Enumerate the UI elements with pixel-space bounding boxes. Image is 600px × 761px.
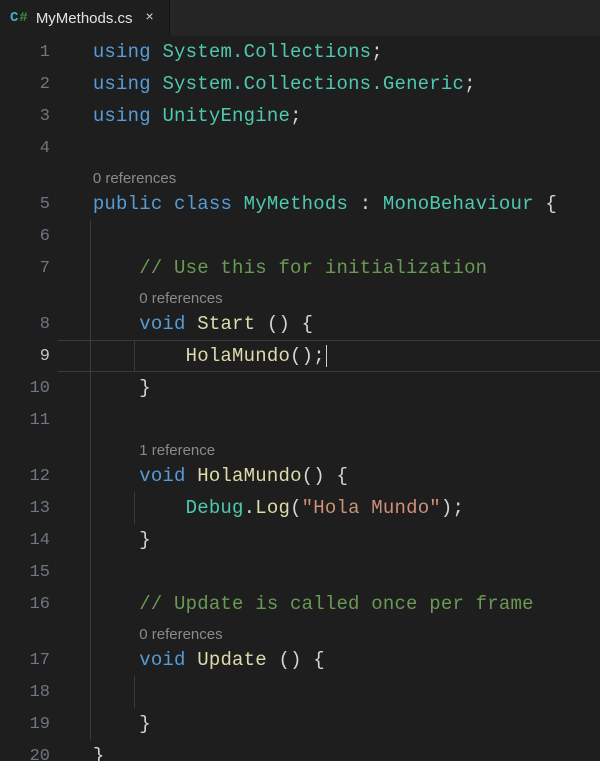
indent-guide [90,644,91,676]
tab-bar: C# MyMethods.cs × [0,0,600,36]
indent-guide [90,252,91,284]
line-number: 1 [0,44,50,61]
indent-guide [90,524,91,556]
indent-guide [90,620,91,644]
code-line[interactable]: 11 [58,404,600,436]
codelens[interactable]: 0 references [58,620,600,644]
line-number: 11 [0,412,50,429]
indent-guide [90,588,91,620]
indent-guide [90,556,91,588]
line-number: 17 [0,652,50,669]
line-number: 12 [0,468,50,485]
codelens[interactable]: 0 references [58,284,600,308]
indent-guide [134,340,135,372]
code-line[interactable]: 18 [58,676,600,708]
code-line[interactable]: 15 [58,556,600,588]
code-line[interactable]: 6 [58,220,600,252]
code-line[interactable]: 8 void Start () { [58,308,600,340]
code-line[interactable]: 16 // Update is called once per frame [58,588,600,620]
indent-guide [90,708,91,740]
line-number: 14 [0,532,50,549]
code-line[interactable]: 19 } [58,708,600,740]
indent-guide [90,460,91,492]
indent-guide [90,340,91,372]
text-cursor [326,345,327,367]
tab-filename: MyMethods.cs [36,10,133,27]
indent-guide [90,284,91,308]
file-tab[interactable]: C# MyMethods.cs × [0,0,170,36]
codelens[interactable]: 1 reference [58,436,600,460]
line-number: 9 [0,348,50,365]
line-number: 15 [0,564,50,581]
code-editor[interactable]: 1 using System.Collections; 2 using Syst… [0,36,600,761]
code-line[interactable]: 7 // Use this for initialization [58,252,600,284]
indent-guide [90,404,91,436]
indent-guide [90,220,91,252]
code-line[interactable]: 3 using UnityEngine; [58,100,600,132]
line-number: 10 [0,380,50,397]
indent-guide [134,676,135,708]
code-line[interactable]: 14 } [58,524,600,556]
line-number: 7 [0,260,50,277]
close-icon[interactable]: × [141,9,159,27]
code-line[interactable]: 9 HolaMundo(); [58,340,600,372]
line-number: 18 [0,684,50,701]
indent-guide [90,308,91,340]
line-number: 16 [0,596,50,613]
code-line[interactable]: 20 } [58,740,600,761]
indent-guide [134,492,135,524]
code-line[interactable]: 13 Debug.Log("Hola Mundo"); [58,492,600,524]
code-line[interactable]: 17 void Update () { [58,644,600,676]
indent-guide [90,436,91,460]
line-number: 6 [0,228,50,245]
code-line[interactable]: 4 [58,132,600,164]
line-number: 3 [0,108,50,125]
indent-guide [90,372,91,404]
line-number: 2 [0,76,50,93]
code-line[interactable]: 1 using System.Collections; [58,36,600,68]
code-line[interactable]: 2 using System.Collections.Generic; [58,68,600,100]
line-number: 4 [0,140,50,157]
code-line[interactable]: 12 void HolaMundo() { [58,460,600,492]
csharp-icon: C# [10,10,28,26]
code-area[interactable]: 1 using System.Collections; 2 using Syst… [58,36,600,761]
indent-guide [90,492,91,524]
codelens[interactable]: 0 references [58,164,600,188]
code-line[interactable]: 5 public class MyMethods : MonoBehaviour… [58,188,600,220]
line-number: 8 [0,316,50,333]
indent-guide [90,676,91,708]
code-line[interactable]: 10 } [58,372,600,404]
line-number: 13 [0,500,50,517]
line-number: 5 [0,196,50,213]
line-number: 20 [0,748,50,761]
line-number: 19 [0,716,50,733]
